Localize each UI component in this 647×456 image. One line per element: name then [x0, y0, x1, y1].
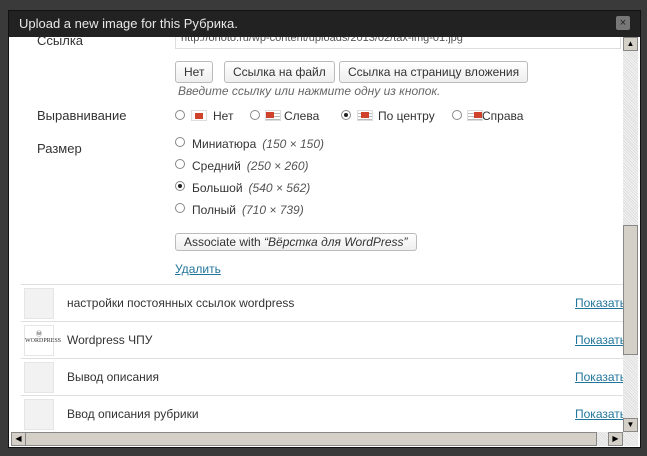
align-left-radio[interactable] — [250, 110, 260, 120]
size-medium-option: Средний (250 × 260) — [192, 159, 309, 173]
link-label: Ссылка — [37, 37, 84, 48]
size-full-radio[interactable] — [175, 203, 185, 213]
vertical-scroll-thumb[interactable] — [623, 225, 638, 355]
size-large-radio[interactable] — [175, 181, 185, 191]
media-item: Вывод описания Показать — [21, 358, 623, 395]
align-none-icon — [191, 110, 207, 121]
close-icon[interactable]: × — [616, 16, 630, 30]
dialog-title: Upload a new image for this Рубрика. — [19, 16, 238, 31]
size-dim: (150 × 150) — [262, 137, 325, 151]
align-right-label: Справа — [482, 109, 524, 123]
align-center-icon — [357, 110, 373, 121]
size-name: Миниатюра — [192, 137, 257, 151]
size-medium-radio[interactable] — [175, 159, 185, 169]
media-title: Ввод описания рубрики — [67, 407, 199, 421]
link-none-button[interactable]: Нет — [175, 61, 214, 83]
scroll-left-icon[interactable]: ◀ — [11, 432, 26, 446]
size-name: Средний — [192, 159, 241, 173]
align-none-label: Нет — [213, 109, 234, 123]
align-right-icon — [467, 110, 483, 121]
align-center-radio[interactable] — [341, 110, 351, 120]
horizontal-scrollbar[interactable]: ◀ ▶ — [11, 432, 638, 446]
align-left-label: Слева — [284, 109, 320, 123]
scroll-down-icon[interactable]: ▼ — [623, 418, 638, 432]
associate-prefix: Associate with — [184, 235, 265, 249]
show-link[interactable]: Показать — [575, 296, 623, 310]
associate-button[interactable]: Associate with “Вёрстка для WordPress” — [175, 233, 417, 251]
align-right-radio[interactable] — [452, 110, 462, 120]
dialog-titlebar: Upload a new image for this Рубрика. × — [9, 11, 640, 37]
align-none-radio[interactable] — [175, 110, 185, 120]
media-title: Wordpress ЧПУ — [67, 333, 153, 347]
media-item: настройки постоянных ссылок wordpress По… — [21, 284, 623, 321]
size-dim: (710 × 739) — [242, 203, 304, 217]
scroll-up-icon[interactable]: ▲ — [623, 37, 638, 51]
media-item: Ввод описания рубрики Показать — [21, 395, 623, 432]
link-file-button[interactable]: Ссылка на файл — [224, 61, 335, 83]
show-link[interactable]: Показать — [575, 370, 623, 384]
size-thumbnail-option: Миниатюра (150 × 150) — [192, 137, 324, 151]
align-center-label: По центру — [378, 109, 435, 123]
media-thumbnail — [24, 399, 54, 430]
size-thumbnail-radio[interactable] — [175, 137, 185, 147]
media-item: Ⓦ WORDPRESS Wordpress ЧПУ Показать — [21, 321, 623, 358]
media-title: настройки постоянных ссылок wordpress — [67, 296, 295, 310]
size-label: Размер — [37, 141, 82, 156]
vertical-scrollbar[interactable]: ▲ ▼ — [623, 37, 638, 432]
size-name: Полный — [192, 203, 236, 217]
wordpress-logo-thumbnail: Ⓦ WORDPRESS — [24, 325, 61, 356]
size-dim: (540 × 562) — [248, 181, 311, 195]
size-name: Большой — [192, 181, 243, 195]
size-dim: (250 × 260) — [246, 159, 309, 173]
align-left-icon — [265, 110, 281, 121]
media-thumbnail — [24, 288, 54, 319]
delete-link[interactable]: Удалить — [175, 262, 221, 276]
align-label: Выравнивание — [37, 108, 127, 123]
show-link[interactable]: Показать — [575, 407, 623, 421]
link-attachment-page-button[interactable]: Ссылка на страницу вложения — [339, 61, 529, 83]
horizontal-scroll-thumb[interactable] — [25, 432, 597, 446]
link-hint: Введите ссылку или нажмите одну из кнопо… — [178, 84, 441, 98]
size-full-option: Полный (710 × 739) — [192, 203, 304, 217]
associate-name: “Вёрстка для WordPress” — [264, 235, 408, 249]
media-title: Вывод описания — [67, 370, 159, 384]
show-link[interactable]: Показать — [575, 333, 623, 347]
dialog-content: Ссылка http://onoto.ru/wp-content/upload… — [21, 37, 623, 432]
size-large-option: Большой (540 × 562) — [192, 181, 310, 195]
scroll-right-icon[interactable]: ▶ — [608, 432, 623, 446]
media-thumbnail — [24, 362, 54, 393]
upload-image-dialog: Upload a new image for this Рубрика. × С… — [8, 10, 641, 448]
link-url-input[interactable]: http://onoto.ru/wp-content/uploads/2013/… — [175, 37, 621, 49]
